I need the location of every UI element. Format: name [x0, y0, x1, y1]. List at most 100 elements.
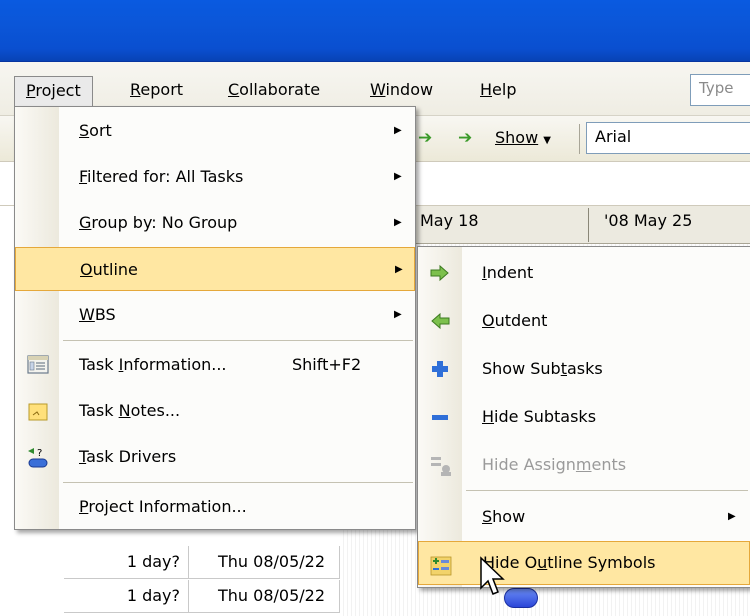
submenu-arrow-icon: ▶ — [395, 264, 403, 275]
menu-separator — [466, 490, 748, 491]
label-text: iltered for: All Tasks — [87, 167, 244, 186]
menu-help[interactable]: Help — [470, 76, 526, 106]
menu-item-group-by[interactable]: Group by: No Group ▶ — [15, 201, 415, 245]
menu-help-label: elp — [492, 80, 517, 99]
outdent-arrow-icon — [431, 312, 450, 330]
menu-collaborate[interactable]: Collaborate — [218, 76, 330, 106]
menu-project[interactable]: Project — [14, 76, 93, 106]
outline-submenu: Indent Outdent Show Subtasks Hide Subtas… — [417, 246, 750, 588]
mnemonic-key: m — [575, 455, 592, 474]
label-text: tline Symbols — [547, 553, 656, 572]
shortcut-label: Shift+F2 — [292, 355, 362, 374]
mnemonic-key: W — [79, 305, 95, 324]
indent-right-icon[interactable]: ➔ — [458, 128, 472, 148]
menu-collaborate-label: ollaborate — [239, 80, 321, 99]
minus-icon — [432, 415, 448, 420]
submenu-item-outdent[interactable]: Outdent — [418, 297, 750, 345]
start-cell[interactable]: Thu 08/05/22 — [189, 546, 340, 579]
mnemonic-key: G — [79, 213, 92, 232]
menu-window-key: W — [370, 80, 386, 99]
menu-item-filtered-for[interactable]: Filtered for: All Tasks ▶ — [15, 155, 415, 199]
gantt-task-bar[interactable] — [504, 588, 538, 608]
menu-project-label: roject — [35, 81, 81, 100]
menu-item-project-information[interactable]: Project Information... — [15, 485, 415, 529]
menu-collaborate-key: C — [228, 80, 240, 99]
menu-report[interactable]: Report — [120, 76, 193, 106]
menu-item-task-notes[interactable]: Task Notes... — [15, 389, 415, 433]
submenu-item-label: Show Subtasks — [482, 345, 603, 393]
svg-text:?: ? — [37, 448, 42, 459]
submenu-item-hide-outline-symbols[interactable]: Hide Outline Symbols — [418, 541, 750, 585]
mnemonic-key: F — [79, 167, 88, 186]
label-text: ndent — [486, 263, 534, 282]
show-button[interactable]: Show ▼ — [495, 124, 551, 152]
submenu-arrow-icon: ▶ — [394, 171, 402, 182]
label-text: roject Information... — [88, 497, 247, 516]
label-text: ents — [591, 455, 627, 474]
toolbar-separator — [579, 124, 580, 154]
chevron-down-icon: ▼ — [543, 135, 551, 146]
submenu-item-label: Indent — [482, 249, 533, 297]
label-text: BS — [94, 305, 116, 324]
mnemonic-key: O — [80, 260, 93, 279]
label-prefix: Task — [79, 355, 119, 374]
menu-item-sort[interactable]: Sort ▶ — [15, 109, 415, 153]
label-text: how — [492, 507, 526, 526]
task-drivers-icon: ? — [28, 448, 48, 468]
task-notes-icon — [28, 403, 48, 421]
label-prefix: Hide Assign — [482, 455, 576, 474]
duration-cell[interactable]: 1 day? — [64, 546, 189, 579]
submenu-item-label: Show — [482, 493, 525, 541]
menu-item-outline[interactable]: Outline ▶ — [15, 247, 415, 291]
submenu-item-label: Outdent — [482, 297, 547, 345]
show-button-label: Show — [495, 128, 539, 147]
menu-separator — [63, 482, 413, 483]
menu-help-key: H — [480, 80, 493, 99]
submenu-item-show-subtasks[interactable]: Show Subtasks — [418, 345, 750, 393]
indent-arrow-icon[interactable]: ➔ — [418, 128, 432, 148]
label-prefix: Show Sub — [482, 359, 561, 378]
label-text: asks — [567, 359, 603, 378]
menu-item-label: Filtered for: All Tasks — [79, 155, 243, 199]
table-row[interactable]: 1 day? Thu 08/05/22 — [64, 580, 340, 613]
mnemonic-key: S — [482, 507, 493, 526]
label-text: otes... — [130, 401, 181, 420]
submenu-arrow-icon: ▶ — [728, 511, 736, 522]
menu-item-label: WBS — [79, 293, 116, 337]
submenu-item-hide-assignments: Hide Assignments — [418, 441, 750, 489]
label-text: nformation... — [123, 355, 227, 374]
type-question-box[interactable]: Type — [690, 74, 750, 106]
submenu-item-hide-subtasks[interactable]: Hide Subtasks — [418, 393, 750, 441]
label-text: ask Drivers — [86, 447, 177, 466]
menu-item-label: Sort — [79, 109, 112, 153]
week-separator — [588, 208, 589, 242]
menu-item-task-information[interactable]: Task Information... Shift+F2 — [15, 343, 415, 387]
task-information-icon — [27, 355, 49, 374]
submenu-arrow-icon: ▶ — [394, 309, 402, 320]
submenu-item-label: Hide Assignments — [482, 441, 626, 489]
label-text: ide Subtasks — [494, 407, 597, 426]
mnemonic-key: P — [79, 497, 89, 516]
menu-item-label: Group by: No Group — [79, 201, 237, 245]
label-prefix: Task — [79, 401, 119, 420]
font-name-box[interactable]: Arial — [586, 122, 750, 154]
menu-project-key: P — [26, 81, 36, 100]
mnemonic-key: O — [482, 311, 495, 330]
indent-arrow-icon — [430, 264, 449, 282]
submenu-item-label: Hide Outline Symbols — [483, 542, 655, 584]
duration-cell[interactable]: 1 day? — [64, 580, 189, 613]
menu-item-label: Project Information... — [79, 485, 247, 529]
table-row[interactable]: 1 day? Thu 08/05/22 — [64, 546, 340, 579]
label-text: ort — [89, 121, 112, 140]
menu-item-label: Task Information... — [79, 343, 227, 387]
submenu-item-show[interactable]: Show ▶ — [418, 493, 750, 541]
menu-report-label: eport — [140, 80, 184, 99]
submenu-item-label: Hide Subtasks — [482, 393, 596, 441]
menu-window[interactable]: Window — [360, 76, 443, 106]
menu-item-wbs[interactable]: WBS ▶ — [15, 293, 415, 337]
menu-item-task-drivers[interactable]: ? Task Drivers — [15, 435, 415, 479]
submenu-item-indent[interactable]: Indent — [418, 249, 750, 297]
start-cell[interactable]: Thu 08/05/22 — [189, 580, 340, 613]
menu-window-label: indow — [385, 80, 434, 99]
plus-icon — [432, 361, 448, 377]
